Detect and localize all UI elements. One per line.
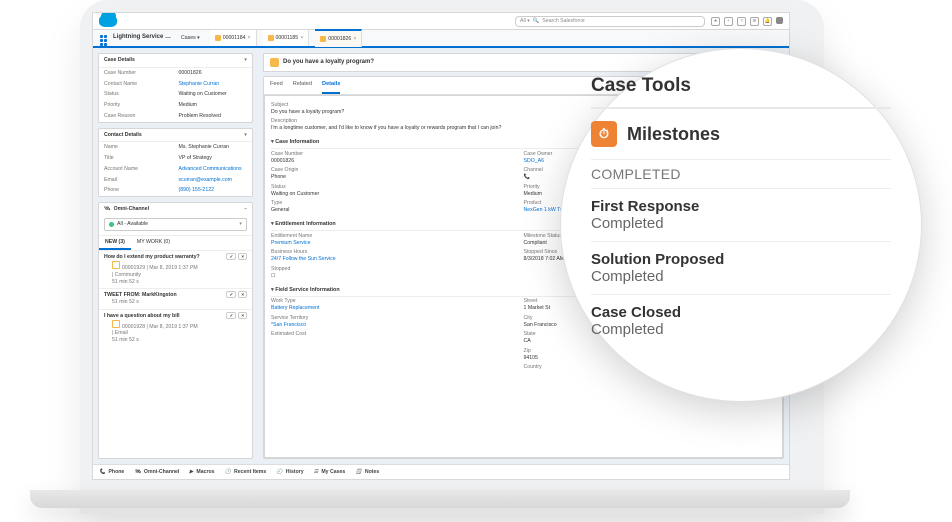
case-icon: [112, 320, 120, 328]
case-icon: [270, 58, 279, 67]
utility-recent[interactable]: 🕑Recent Items: [225, 469, 267, 476]
laptop-base: [30, 490, 850, 508]
workspace-tab-active[interactable]: 00001826×: [315, 29, 362, 47]
milestone-item: Solution Proposed Completed: [591, 251, 891, 285]
add-icon[interactable]: +: [724, 17, 733, 26]
close-icon[interactable]: ×: [353, 36, 356, 43]
global-header: All ▾ 🔍 Search Salesforce ★ + ? ⚙ 🔔: [93, 13, 789, 30]
utility-bar: 📞Phone 🛰Omni-Channel ▶Macros 🕑Recent Ite…: [93, 464, 789, 479]
status-dot-icon: [109, 222, 114, 227]
omni-icon: 🛰: [134, 469, 141, 476]
case-icon: [215, 35, 221, 41]
macros-icon: ▶: [189, 469, 193, 476]
magnifier-case-tools: Case Tools ⏱ Milestones COMPLETED First …: [560, 48, 922, 402]
tab-related[interactable]: Related: [293, 77, 312, 94]
tab-new[interactable]: NEW (3): [99, 236, 131, 251]
case-tools-title: Case Tools: [591, 75, 891, 97]
utility-notes[interactable]: 🗒Notes: [355, 469, 379, 476]
milestone-item: First Response Completed: [591, 198, 891, 232]
card-title: Contact Details: [104, 132, 142, 139]
accept-button[interactable]: ✓: [226, 253, 236, 260]
close-icon[interactable]: ×: [300, 35, 303, 42]
context-bar: Lightning Service … Cases ▾ 00001184× 00…: [93, 30, 789, 48]
tab-feed[interactable]: Feed: [270, 77, 283, 94]
setup-icon[interactable]: ⚙: [750, 17, 759, 26]
list-icon: ☰: [314, 469, 319, 476]
milestone-item: Case Closed Completed: [591, 304, 891, 338]
chevron-down-icon[interactable]: ▾: [244, 132, 247, 139]
avatar[interactable]: [776, 17, 783, 24]
left-sidebar: Case Details▾ Case Number00001826 Contac…: [93, 48, 258, 464]
completed-header: COMPLETED: [591, 166, 891, 182]
nav-item-cases[interactable]: Cases ▾: [177, 35, 204, 42]
omni-channel-panel: 🛰Omni-Channel– All - Available▾ NEW (3) …: [98, 202, 253, 459]
work-item[interactable]: I have a question about my bill✓× 000019…: [99, 309, 252, 347]
salesforce-logo: [99, 15, 117, 27]
global-search[interactable]: All ▾ 🔍 Search Salesforce: [515, 16, 705, 27]
work-item[interactable]: How do I extend my product warranty?✓× 0…: [99, 250, 252, 288]
utility-mycases[interactable]: ☰My Cases: [314, 469, 346, 476]
utility-phone[interactable]: 📞Phone: [99, 469, 124, 476]
app-name: Lightning Service …: [113, 34, 171, 42]
record-title: Do you have a loyalty program?: [283, 59, 374, 67]
search-placeholder: Search Salesforce: [542, 18, 584, 25]
phone-icon: 📞: [99, 469, 105, 476]
history-icon: 🕘: [276, 469, 282, 476]
close-icon[interactable]: ×: [247, 35, 250, 42]
accept-button[interactable]: ✓: [226, 291, 236, 298]
contact-link[interactable]: Stephanie Curran: [179, 81, 248, 88]
card-title: Case Details: [104, 57, 135, 64]
chevron-down-icon[interactable]: ▾: [244, 57, 247, 64]
notification-icon[interactable]: 🔔: [763, 17, 772, 26]
app-launcher-icon[interactable]: [99, 34, 107, 42]
utility-macros[interactable]: ▶Macros: [189, 469, 214, 476]
case-details-card: Case Details▾ Case Number00001826 Contac…: [98, 53, 253, 123]
workspace-tab[interactable]: 00001185×: [263, 30, 310, 46]
case-icon: [268, 35, 274, 41]
decline-button[interactable]: ×: [238, 312, 247, 319]
utility-omni[interactable]: 🛰Omni-Channel: [134, 469, 179, 476]
search-scope[interactable]: All ▾: [520, 18, 530, 25]
favorite-icon[interactable]: ★: [711, 17, 720, 26]
contact-details-card: Contact Details▾ NameMs. Stephanie Curra…: [98, 128, 253, 198]
notes-icon: 🗒: [355, 469, 362, 476]
utility-history[interactable]: 🕘History: [276, 469, 303, 476]
accept-button[interactable]: ✓: [226, 312, 236, 319]
omni-title: Omni-Channel: [114, 206, 149, 213]
decline-button[interactable]: ×: [238, 253, 247, 260]
help-icon[interactable]: ?: [737, 17, 746, 26]
recent-icon: 🕑: [225, 469, 231, 476]
omni-status-selector[interactable]: All - Available▾: [104, 218, 247, 231]
case-icon: [112, 261, 120, 269]
tab-details[interactable]: Details: [322, 77, 340, 94]
workspace-tab[interactable]: 00001184×: [210, 30, 257, 46]
milestones-icon: ⏱: [591, 121, 617, 147]
milestones-title: Milestones: [627, 124, 720, 145]
omni-tabs: NEW (3) MY WORK (0): [99, 235, 252, 251]
minimize-icon[interactable]: –: [244, 206, 247, 213]
tab-my-work[interactable]: MY WORK (0): [131, 236, 176, 251]
decline-button[interactable]: ×: [238, 291, 247, 298]
case-icon: [320, 36, 326, 42]
header-icons: ★ + ? ⚙ 🔔: [711, 17, 783, 26]
work-item[interactable]: TWEET FROM: MarkKingston✓× 51 min 52 s: [99, 288, 252, 309]
